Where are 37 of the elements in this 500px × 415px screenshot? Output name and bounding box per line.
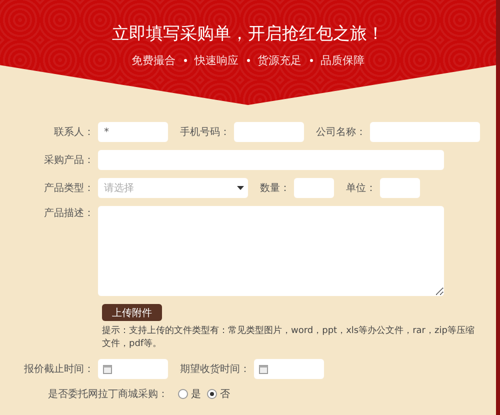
bullet-icon: [246, 59, 250, 62]
radio-button[interactable]: [207, 389, 217, 399]
field-label: 期望收货时间：: [180, 362, 250, 376]
field-label: 数量：: [260, 182, 290, 195]
field-label: 公司名称：: [316, 126, 366, 139]
feature-text: 品质保障: [320, 53, 364, 68]
upload-hint: 提示：支持上传的文件类型有：常见类型图片，word，ppt，xls等办公文件，rar，zip等压缩文件，pdf等。: [102, 325, 476, 351]
feature-text: 免费撮合: [132, 53, 176, 68]
date-field[interactable]: [254, 359, 324, 379]
field-label: 手机号码：: [180, 126, 230, 139]
bullet-icon: [184, 59, 186, 62]
field-label: 联系人：: [53, 126, 95, 139]
feature-text: 快速响应: [194, 53, 238, 68]
contact-field[interactable]: *: [98, 122, 168, 142]
field-label: 报价截止时间：: [23, 362, 95, 376]
calendar-icon: [259, 364, 268, 374]
description-field[interactable]: [98, 206, 444, 296]
banner-title: 立即填写采购单，开启抢红包之旅！: [112, 23, 384, 45]
calendar-icon: [103, 364, 112, 374]
product-field[interactable]: [98, 150, 444, 170]
field-label: 产品类型：: [43, 182, 95, 195]
field-label: 采购产品：: [43, 154, 95, 167]
feature-text: 货源充足: [258, 53, 302, 68]
radio-label: 是: [191, 388, 201, 401]
unit-field[interactable]: [380, 178, 420, 198]
radio-label: 否: [220, 388, 230, 401]
upload-button[interactable]: 上传附件: [102, 304, 162, 321]
phone-field[interactable]: [234, 122, 304, 142]
caret-icon: [237, 186, 244, 190]
radio-button[interactable]: [178, 389, 188, 399]
quantity-field[interactable]: [294, 178, 334, 198]
field-label: 产品描述：: [43, 206, 95, 220]
date-field[interactable]: [98, 359, 168, 379]
field-label: 是否委托网拉丁商城采购：: [47, 388, 169, 401]
field-label: 单位：: [346, 182, 376, 195]
bullet-icon: [310, 59, 312, 62]
company-field[interactable]: [370, 122, 480, 142]
